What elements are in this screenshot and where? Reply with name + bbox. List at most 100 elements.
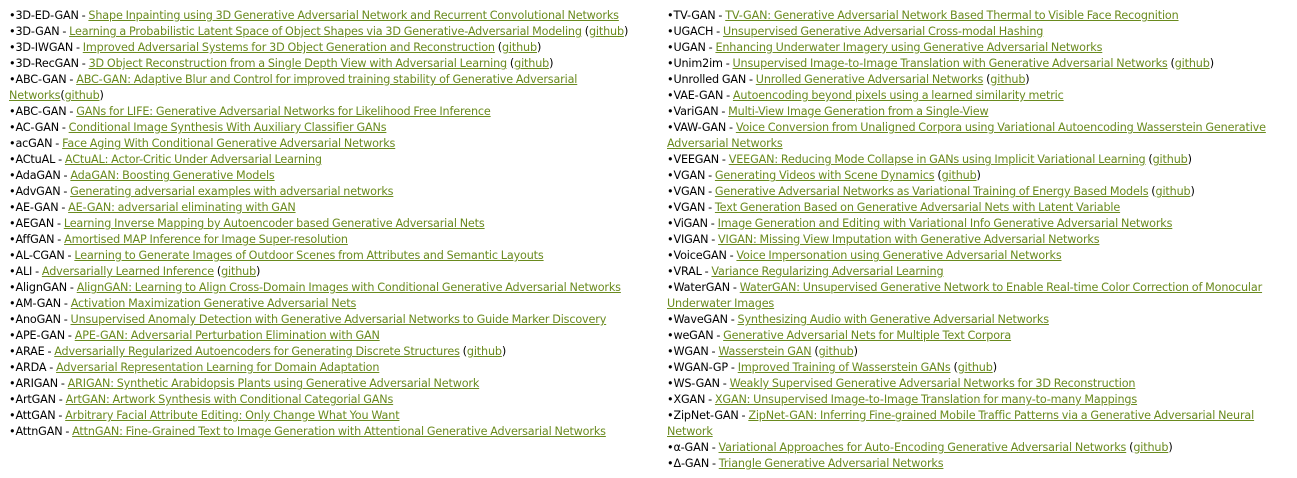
paper-link[interactable]: Enhancing Underwater Imagery using Gener… <box>715 41 1102 54</box>
paper-link[interactable]: Activation Maximization Generative Adver… <box>71 297 357 310</box>
model-name: •VGAN - <box>667 169 715 182</box>
github-link[interactable]: github <box>502 41 537 54</box>
paper-link[interactable]: AE-GAN: adversarial eliminating with GAN <box>68 201 296 214</box>
paper-link[interactable]: Voice Impersonation using Generative Adv… <box>736 249 1061 262</box>
paper-link[interactable]: ARIGAN: Synthetic Arabidopsis Plants usi… <box>68 377 480 390</box>
paper-link[interactable]: Multi-View Image Generation from a Singl… <box>728 105 988 118</box>
model-name: •AttGAN - <box>9 409 66 422</box>
paper-link[interactable]: Weakly Supervised Generative Adversarial… <box>730 377 1136 390</box>
paper-link[interactable]: Unrolled Generative Adversarial Networks <box>756 73 984 86</box>
paper-link[interactable]: VEEGAN: Reducing Mode Collapse in GANs u… <box>729 153 1146 166</box>
list-item: •AE-GAN - AE-GAN: adversarial eliminatin… <box>9 200 649 216</box>
list-item: •WS-GAN - Weakly Supervised Generative A… <box>667 376 1287 392</box>
paper-link[interactable]: Adversarially Regularized Autoencoders f… <box>54 345 460 358</box>
list-item: •α-GAN - Variational Approaches for Auto… <box>667 440 1287 456</box>
model-name: •UGACH - <box>667 25 723 38</box>
paper-link[interactable]: Conditional Image Synthesis With Auxilia… <box>69 121 387 134</box>
paper-link[interactable]: Image Generation and Editing with Variat… <box>718 217 1173 230</box>
model-name: •AL-CGAN - <box>9 249 75 262</box>
paper-link[interactable]: Face Aging With Conditional Generative A… <box>62 137 395 150</box>
paper-link[interactable]: Shape Inpainting using 3D Generative Adv… <box>88 9 619 22</box>
model-name: •ViGAN - <box>667 217 718 230</box>
paper-link[interactable]: Learning a Probabilistic Latent Space of… <box>69 25 582 38</box>
paper-link[interactable]: GANs for LIFE: Generative Adversarial Ne… <box>76 105 491 118</box>
paper-link[interactable]: Learning Inverse Mapping by Autoencoder … <box>64 217 485 230</box>
model-name: •VariGAN - <box>667 105 729 118</box>
paper-link[interactable]: WaterGAN: Unsupervised Generative Networ… <box>667 281 1262 310</box>
paren: ) <box>623 25 629 38</box>
paper-link[interactable]: VIGAN: Missing View Imputation with Gene… <box>718 233 1100 246</box>
model-name: •ABC-GAN - <box>9 105 77 118</box>
model-name: •Δ-GAN - <box>667 457 719 470</box>
paren: ) <box>536 41 542 54</box>
github-link[interactable]: github <box>958 361 993 374</box>
github-link[interactable]: github <box>1175 57 1210 70</box>
paper-link[interactable]: Unsupervised Image-to-Image Translation … <box>733 57 1168 70</box>
github-link[interactable]: github <box>221 265 256 278</box>
model-name: •WGAN-GP - <box>667 361 738 374</box>
paper-link[interactable]: TV-GAN: Generative Adversarial Network B… <box>725 9 1178 22</box>
paren: ) <box>501 345 507 358</box>
list-item: •ABC-GAN - GANs for LIFE: Generative Adv… <box>9 104 649 120</box>
github-link[interactable]: github <box>514 57 549 70</box>
paren: ) <box>1190 185 1195 198</box>
github-link[interactable]: github <box>1153 153 1188 166</box>
paper-link[interactable]: AdaGAN: Boosting Generative Models <box>70 169 274 182</box>
github-link[interactable]: github <box>819 345 854 358</box>
github-link[interactable]: github <box>1133 441 1168 454</box>
paper-link[interactable]: Variance Regularizing Adversarial Learni… <box>711 265 943 278</box>
paper-link[interactable]: Adversarially Learned Inference <box>42 265 214 278</box>
github-link[interactable]: github <box>467 345 502 358</box>
list-item: •3D-ED-GAN - Shape Inpainting using 3D G… <box>9 8 649 24</box>
list-item: •AM-GAN - Activation Maximization Genera… <box>9 296 649 312</box>
paper-link[interactable]: Triangle Generative Adversarial Networks <box>719 457 944 470</box>
paper-link[interactable]: ACtuAL: Actor-Critic Under Adversarial L… <box>65 153 322 166</box>
paper-link[interactable]: XGAN: Unsupervised Image-to-Image Transl… <box>715 393 1137 406</box>
list-item: •VGAN - Text Generation Based on Generat… <box>667 200 1287 216</box>
paper-link[interactable]: ArtGAN: Artwork Synthesis with Condition… <box>66 393 394 406</box>
paper-link[interactable]: 3D Object Reconstruction from a Single D… <box>89 57 508 70</box>
model-name: •3D-GAN - <box>9 25 70 38</box>
paper-link[interactable]: APE-GAN: Adversarial Perturbation Elimin… <box>75 329 380 342</box>
list-item: •ALI - Adversarially Learned Inference (… <box>9 264 649 280</box>
list-item: •Δ-GAN - Triangle Generative Adversarial… <box>667 456 1287 472</box>
paper-link[interactable]: Variational Approaches for Auto-Encoding… <box>719 441 1127 454</box>
paper-link[interactable]: Text Generation Based on Generative Adve… <box>715 201 1120 214</box>
github-link[interactable]: github <box>589 25 624 38</box>
paper-link[interactable]: Generating adversarial examples with adv… <box>70 185 393 198</box>
list-item: •ARIGAN - ARIGAN: Synthetic Arabidopsis … <box>9 376 649 392</box>
paper-link[interactable]: AttnGAN: Fine-Grained Text to Image Gene… <box>72 425 606 438</box>
paren: ) <box>256 265 261 278</box>
github-link[interactable]: github <box>1156 185 1191 198</box>
paper-link[interactable]: Amortised MAP Inference for Image Super-… <box>64 233 348 246</box>
github-link[interactable]: github <box>65 89 100 102</box>
paper-link[interactable]: Improved Adversarial Systems for 3D Obje… <box>83 41 495 54</box>
github-link[interactable]: github <box>990 73 1025 86</box>
model-name: •ARAE - <box>9 345 55 358</box>
paper-link[interactable]: Voice Conversion from Unaligned Corpora … <box>667 121 1266 150</box>
list-item: •ViGAN - Image Generation and Editing wi… <box>667 216 1287 232</box>
model-name: •AnoGAN - <box>9 313 71 326</box>
paper-link[interactable]: Wasserstein GAN <box>718 345 811 358</box>
list-item: •WaterGAN - WaterGAN: Unsupervised Gener… <box>667 280 1287 312</box>
paper-link[interactable]: Synthesizing Audio with Generative Adver… <box>738 313 1050 326</box>
paper-link[interactable]: Generating Videos with Scene Dynamics <box>715 169 935 182</box>
paper-link[interactable]: AlignGAN: Learning to Align Cross-Domain… <box>77 281 621 294</box>
paper-link[interactable]: ZipNet-GAN: Inferring Fine-grained Mobil… <box>667 409 1254 438</box>
paper-link[interactable]: Generative Adversarial Nets for Multiple… <box>723 329 1011 342</box>
model-name: •acGAN - <box>9 137 63 150</box>
paper-link[interactable]: Unsupervised Generative Adversarial Cros… <box>723 25 1043 38</box>
paper-link[interactable]: Unsupervised Anomaly Detection with Gene… <box>71 313 607 326</box>
paper-link[interactable]: Improved Training of Wasserstein GANs <box>738 361 951 374</box>
model-name: •AlignGAN - <box>9 281 77 294</box>
list-item: •WaveGAN - Synthesizing Audio with Gener… <box>667 312 1287 328</box>
model-name: •VEEGAN - <box>667 153 729 166</box>
paper-link[interactable]: Generative Adversarial Networks as Varia… <box>715 185 1149 198</box>
paper-link[interactable]: Learning to Generate Images of Outdoor S… <box>74 249 543 262</box>
paper-link[interactable]: Adversarial Representation Learning for … <box>56 361 379 374</box>
paper-link[interactable]: Autoencoding beyond pixels using a learn… <box>733 89 1064 102</box>
github-link[interactable]: github <box>942 169 977 182</box>
paren: ) <box>976 169 981 182</box>
paper-link[interactable]: Arbitrary Facial Attribute Editing: Only… <box>65 409 399 422</box>
model-name: •3D-IWGAN - <box>9 41 83 54</box>
